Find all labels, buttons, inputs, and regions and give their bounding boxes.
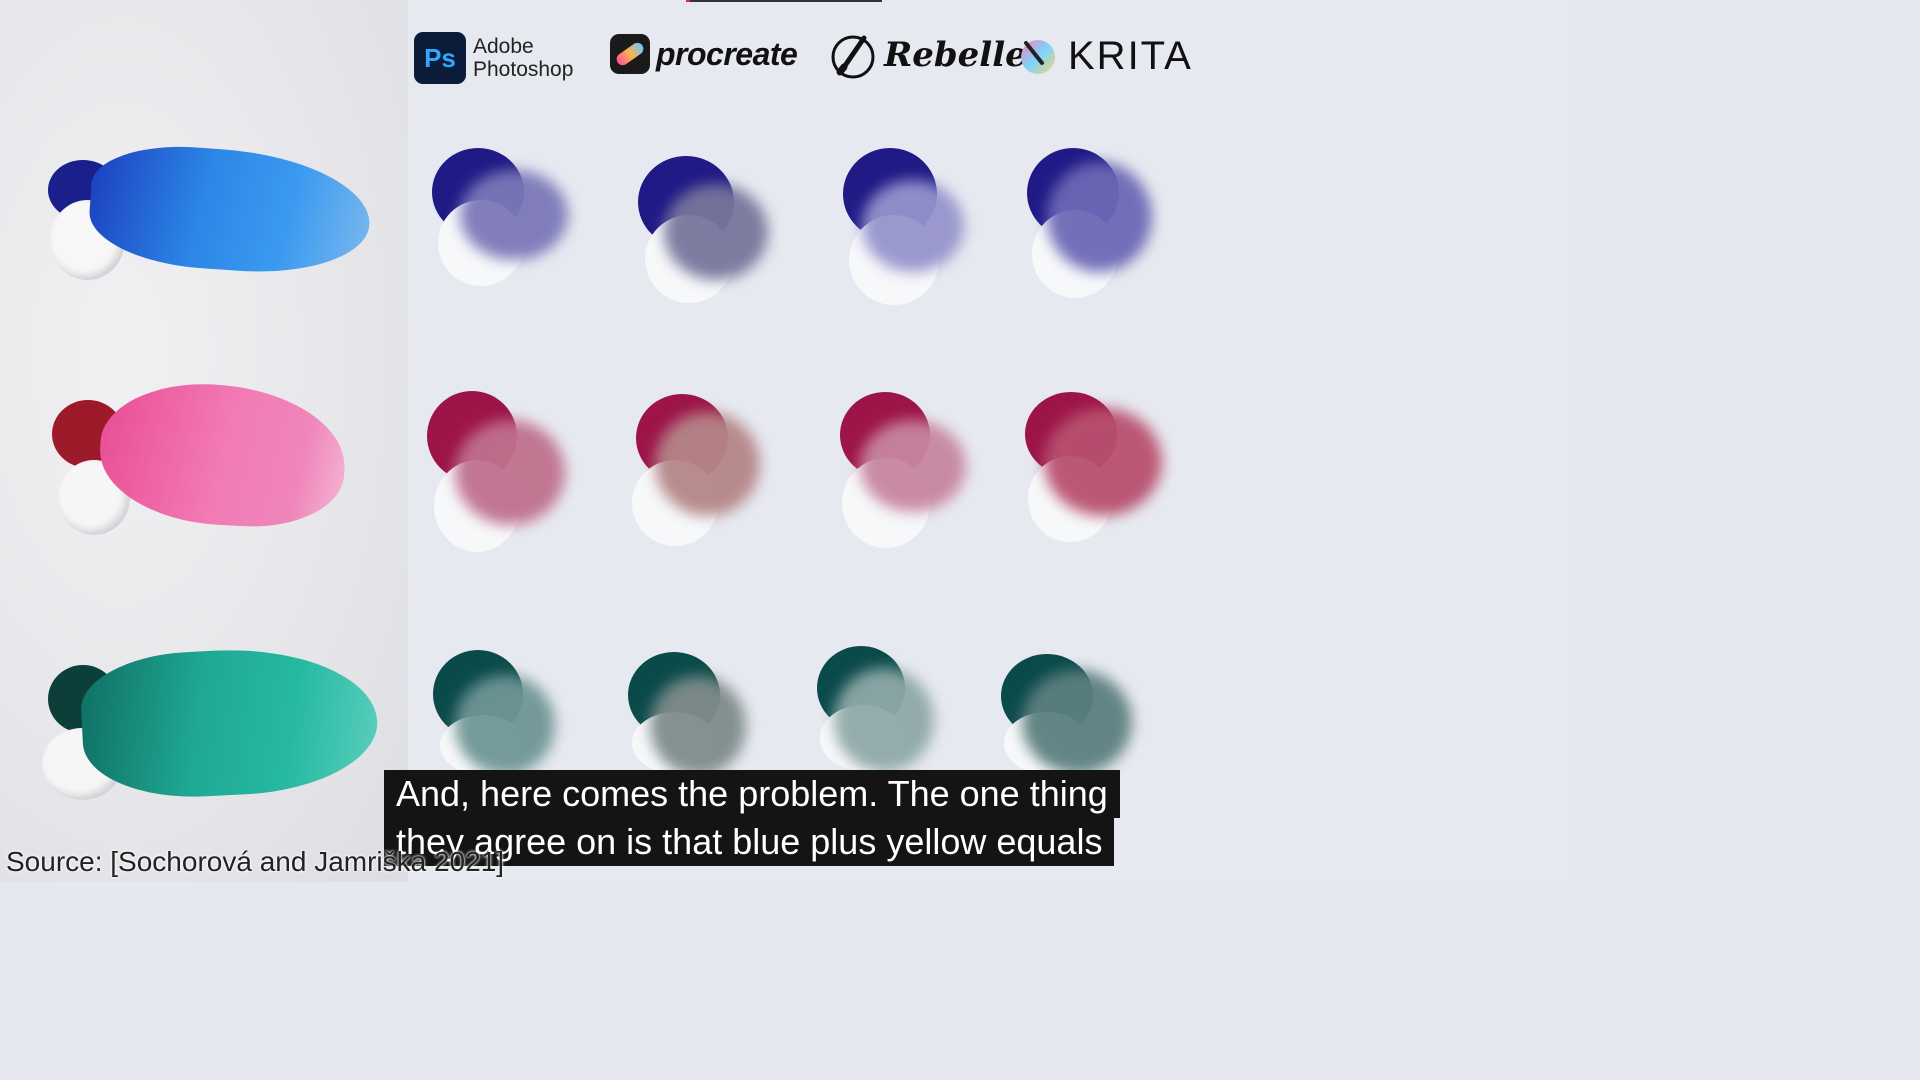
- photoshop-line2: Photoshop: [473, 58, 574, 81]
- video-progress-fill: [686, 0, 690, 2]
- paint-stroke-magenta: [96, 378, 349, 532]
- rebelle-magenta-mix: [860, 420, 966, 512]
- ps-blue-mix: [460, 170, 568, 260]
- krita-teal-mix: [1022, 670, 1132, 774]
- subtitle-line-1: And, here comes the problem. The one thi…: [384, 770, 1120, 818]
- ps-teal-mix: [455, 675, 555, 775]
- krita-magenta-mix: [1044, 408, 1162, 516]
- rebelle-wordmark: Rebelle: [884, 35, 1027, 75]
- photoshop-logo: Ps Adobe Photoshop: [414, 32, 573, 84]
- photoshop-line1: Adobe: [473, 35, 534, 58]
- paint-stroke-teal: [78, 642, 381, 803]
- rebelle-teal-mix: [834, 668, 934, 772]
- procreate-blue-mix: [664, 184, 768, 280]
- brush-icon: [831, 35, 875, 79]
- video-progress-bar[interactable]: [686, 0, 882, 2]
- rebelle-blue-mix: [862, 180, 964, 272]
- krita-wordmark: KRITA: [1068, 34, 1193, 78]
- source-caption: Source: [Sochorová and Jamriška 2021]: [6, 846, 505, 877]
- krita-logo: KRITA: [1018, 34, 1193, 79]
- paint-photo: [0, 0, 408, 882]
- ps-magenta-mix: [455, 420, 565, 525]
- photoshop-badge-icon: Ps: [414, 32, 466, 84]
- krita-blue-mix: [1047, 162, 1152, 272]
- procreate-teal-mix: [650, 676, 746, 776]
- video-frame[interactable]: Ps Adobe Photoshop procreate Rebelle KRI…: [0, 0, 1568, 882]
- digital-swatch-area: [408, 0, 1568, 882]
- procreate-magenta-mix: [655, 412, 760, 516]
- procreate-icon: [610, 34, 650, 74]
- procreate-logo: procreate: [610, 34, 798, 74]
- procreate-wordmark: procreate: [656, 35, 798, 72]
- krita-icon: [1021, 39, 1055, 74]
- paint-stroke-blue: [86, 140, 374, 280]
- rebelle-logo: Rebelle: [828, 30, 1027, 80]
